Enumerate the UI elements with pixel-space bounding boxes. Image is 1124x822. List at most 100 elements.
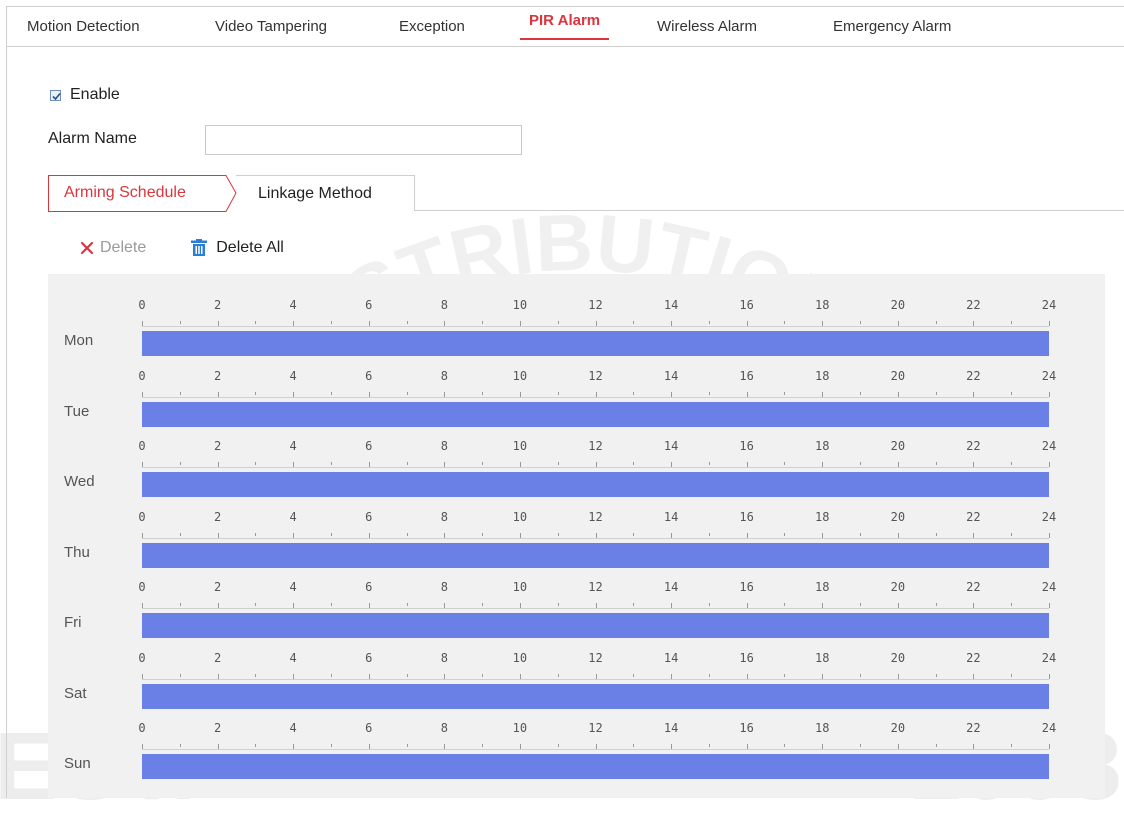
hour-tick-label: 2 — [213, 721, 222, 735]
hour-tick-mark — [482, 673, 483, 677]
delete-label: Delete — [100, 239, 147, 256]
hour-tick-mark — [709, 603, 710, 606]
hour-tick-mark — [1011, 321, 1012, 324]
hour-tick-mark — [331, 673, 332, 677]
schedule-bar-sat[interactable] — [142, 683, 1049, 709]
hour-tick-mark — [558, 673, 559, 677]
subtabs-divider — [415, 210, 1124, 211]
hour-tick-mark — [407, 391, 408, 395]
hour-tick-mark — [558, 603, 559, 606]
hour-tick-mark — [784, 603, 785, 606]
hour-tick-label: 2 — [213, 368, 222, 383]
hour-tick-label: 18 — [815, 721, 830, 735]
hour-tick-label: 24 — [1041, 650, 1057, 665]
hour-tick-label: 6 — [365, 509, 373, 524]
hour-tick-label: 2 — [213, 298, 222, 312]
hour-tick-label: 10 — [512, 580, 528, 594]
hour-tick-label: 10 — [512, 650, 528, 665]
hour-tick-label: 18 — [815, 298, 830, 312]
hour-tick-mark — [331, 532, 332, 536]
hour-tick-mark — [558, 321, 559, 324]
hour-tick-mark — [936, 321, 937, 324]
hour-tick-mark — [709, 321, 710, 324]
enable-label: Enable — [70, 86, 120, 103]
schedule-bar-fri[interactable] — [142, 613, 1049, 638]
hour-tick-label: 14 — [663, 721, 679, 735]
hour-tick-label: 16 — [739, 509, 754, 524]
hour-tick-mark — [331, 744, 332, 747]
tab-pir-alarm[interactable]: PIR Alarm — [520, 1, 610, 40]
schedule-bar-thu[interactable] — [142, 542, 1049, 568]
hour-tick-label: 0 — [138, 298, 146, 312]
hour-tick-mark — [482, 744, 483, 747]
hour-tick-label: 6 — [365, 368, 373, 383]
hour-tick-label: 4 — [289, 580, 297, 594]
schedule-bar-wed[interactable] — [142, 472, 1049, 497]
hour-tick-label: 0 — [138, 509, 146, 524]
hour-tick-label: 14 — [663, 439, 679, 453]
hour-tick-mark — [936, 532, 937, 536]
hour-tick-mark — [860, 673, 861, 677]
hour-tick-label: 12 — [588, 721, 603, 735]
hour-tick-label: 12 — [588, 580, 603, 594]
hour-tick-label: 10 — [512, 298, 528, 312]
hour-tick-mark — [407, 321, 408, 324]
hour-tick-mark — [633, 462, 634, 465]
hour-tick-mark — [407, 532, 408, 536]
enable-row: Enable — [50, 84, 120, 106]
time-axis-line — [142, 608, 1049, 609]
hour-tick-mark — [331, 391, 332, 395]
hour-tick-label: 20 — [890, 439, 906, 453]
hour-tick-label: 22 — [966, 580, 981, 594]
subtab-linkage-method[interactable]: Linkage Method — [236, 175, 415, 211]
hour-tick-mark — [558, 532, 559, 536]
hour-tick-mark — [1049, 603, 1050, 608]
hour-tick-label: 14 — [663, 580, 679, 594]
tab-video-tampering[interactable]: Video Tampering — [215, 7, 327, 46]
tab-motion-detection[interactable]: Motion Detection — [27, 7, 140, 46]
hour-tick-label: 4 — [289, 650, 297, 665]
delete-all-button[interactable]: Delete All — [190, 239, 284, 257]
alarm-name-input[interactable] — [205, 125, 522, 155]
hour-tick-label: 0 — [138, 650, 146, 665]
delete-button[interactable]: Delete — [80, 239, 146, 257]
hour-tick-mark — [180, 532, 181, 536]
hour-tick-label: 24 — [1041, 580, 1057, 594]
subtab-arming-schedule[interactable]: Arming Schedule — [48, 175, 237, 212]
hour-tick-label: 22 — [966, 650, 981, 665]
tab-emergency-alarm[interactable]: Emergency Alarm — [833, 7, 951, 46]
hour-tick-label: 10 — [512, 439, 528, 453]
hour-tick-mark — [255, 462, 256, 465]
delete-all-label: Delete All — [216, 239, 284, 256]
schedule-bar-tue[interactable] — [142, 401, 1049, 427]
hour-tick-mark — [180, 673, 181, 677]
hour-tick-label: 4 — [289, 298, 297, 312]
tab-exception[interactable]: Exception — [399, 7, 465, 46]
hour-tick-label: 4 — [289, 368, 297, 383]
hour-tick-label: 22 — [966, 298, 981, 312]
hour-tick-mark — [407, 673, 408, 677]
schedule-bar-sun[interactable] — [142, 754, 1049, 779]
hour-tick-mark — [407, 462, 408, 465]
alarm-type-tabs: Motion Detection Video Tampering Excepti… — [6, 6, 1124, 47]
hour-tick-label: 10 — [512, 721, 528, 735]
hour-tick-label: 22 — [966, 509, 981, 524]
hour-tick-mark — [255, 744, 256, 747]
schedule-bar-mon[interactable] — [142, 331, 1049, 356]
hour-tick-label: 18 — [815, 368, 830, 383]
day-label-wed: Wed — [64, 473, 95, 490]
enable-checkbox[interactable] — [50, 89, 61, 101]
tab-wireless-alarm[interactable]: Wireless Alarm — [657, 7, 757, 46]
hour-tick-mark — [709, 391, 710, 395]
hour-tick-label: 8 — [440, 650, 448, 665]
hour-tick-mark — [784, 532, 785, 536]
hour-tick-label: 2 — [213, 580, 222, 594]
hour-tick-label: 10 — [512, 368, 528, 383]
hour-tick-label: 12 — [588, 298, 603, 312]
hour-tick-mark — [407, 744, 408, 747]
hour-tick-mark — [936, 462, 937, 465]
hour-tick-mark — [331, 462, 332, 465]
hour-tick-mark — [331, 603, 332, 606]
hour-tick-mark — [1011, 603, 1012, 606]
hour-tick-label: 24 — [1041, 439, 1057, 453]
